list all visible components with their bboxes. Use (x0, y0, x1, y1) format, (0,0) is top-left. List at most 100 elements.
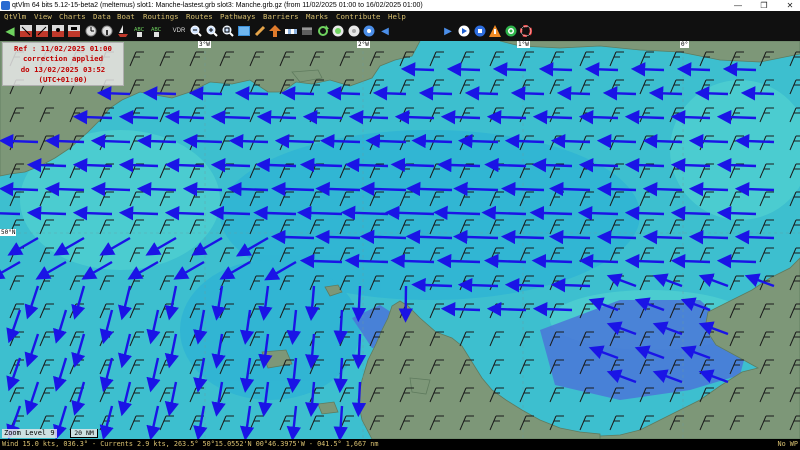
menu-data[interactable]: Data (93, 11, 111, 22)
current-arrow (648, 86, 683, 101)
zoom-fit-icon[interactable] (221, 24, 235, 38)
current-arrow (333, 309, 348, 346)
current-arrow (578, 253, 619, 269)
current-arrow (72, 109, 113, 125)
current-arrow (486, 301, 527, 317)
current-arrow (280, 86, 315, 101)
boat-icon[interactable] (116, 24, 130, 38)
barrier-icon[interactable] (284, 24, 298, 38)
current-arrow (437, 157, 481, 173)
current-arrow (72, 157, 113, 173)
warning-icon[interactable] (488, 24, 502, 38)
current-arrow (234, 86, 269, 101)
window-title: qtVlm 64 bits 5.12-15-beta2 (meltemus) s… (12, 2, 423, 9)
menu-view[interactable]: View (34, 11, 52, 22)
lifebuoy-icon[interactable] (519, 24, 533, 38)
menu-pathways[interactable]: Pathways (220, 11, 256, 22)
current-arrow (433, 205, 481, 221)
current-arrow (372, 86, 407, 101)
current-arrow (118, 205, 159, 221)
reference-date: Ref : 11/02/2025 01:00 (14, 44, 112, 53)
current-arrow (501, 181, 545, 197)
menu-routes[interactable]: Routes (186, 11, 213, 22)
timezone-note: (UTC+01:00) (38, 75, 88, 85)
menu-qtvlm[interactable]: QtVlm (4, 11, 26, 22)
vmg-label-icon[interactable]: VDR (172, 24, 186, 38)
clock-icon[interactable] (84, 24, 98, 38)
menu-boat[interactable]: Boat (117, 11, 135, 22)
menu-barriers[interactable]: Barriers (263, 11, 299, 22)
menu-charts[interactable]: Charts (59, 11, 86, 22)
current-arrow (297, 205, 343, 221)
current-arrow (549, 181, 591, 197)
route-icon[interactable] (268, 24, 282, 38)
current-arrow (411, 277, 453, 293)
polar-icon[interactable]: ABC (133, 24, 147, 38)
current-arrow (584, 62, 619, 77)
menu-contribute[interactable]: Contribute (336, 11, 381, 22)
grib-icon-1[interactable] (19, 24, 33, 38)
current-arrow (315, 181, 361, 197)
stop-icon[interactable] (473, 24, 487, 38)
current-arrow (344, 253, 389, 269)
grib-icon-3[interactable] (51, 24, 65, 38)
play-back-icon[interactable]: ◀ (378, 24, 392, 38)
grib-icon-2[interactable] (35, 24, 49, 38)
current-arrow (271, 181, 315, 197)
current-arrow (464, 86, 499, 101)
current-arrow (458, 133, 499, 149)
map-canvas[interactable]: 3°W 2°W 1°W 0° 50°N (0, 41, 800, 439)
longitude-label: 3°W (198, 41, 211, 48)
current-arrow (0, 212, 21, 216)
maximize-button[interactable]: ❐ (752, 0, 776, 11)
play-icon[interactable] (457, 24, 471, 38)
current-arrow (734, 133, 775, 149)
menu-marks[interactable]: Marks (306, 11, 328, 22)
close-button[interactable]: ✕ (778, 0, 800, 11)
current-arrow (333, 357, 348, 394)
compass-icon[interactable] (347, 24, 361, 38)
current-arrow (531, 253, 573, 269)
current-arrow (716, 109, 757, 125)
current-arrow (446, 62, 481, 77)
zoom-in-icon[interactable] (205, 24, 219, 38)
current-arrow (118, 109, 159, 125)
current-arrow (550, 133, 591, 149)
grib-icon-4[interactable] (67, 24, 81, 38)
target-icon[interactable] (504, 24, 518, 38)
current-arrow (440, 109, 481, 125)
pen-icon[interactable] (253, 24, 267, 38)
menu-help[interactable]: Help (388, 11, 406, 22)
menu-routings[interactable]: Routings (143, 11, 179, 22)
refresh-icon[interactable] (316, 24, 330, 38)
title-bar: qtVlm 64 bits 5.12-15-beta2 (meltemus) s… (0, 0, 800, 11)
mark-icon[interactable] (300, 24, 314, 38)
app-icon (1, 1, 10, 10)
globe-icon[interactable] (331, 24, 345, 38)
current-arrow (624, 109, 665, 125)
current-arrow (326, 86, 361, 101)
vmg-icon[interactable]: ABC (150, 24, 164, 38)
longitude-label: 1°W (517, 41, 530, 48)
info-icon[interactable] (100, 24, 114, 38)
current-arrow (0, 133, 39, 149)
current-arrow (351, 285, 367, 323)
current-arrow (484, 253, 527, 269)
current-arrow (734, 229, 775, 245)
zoom-out-icon[interactable] (189, 24, 203, 38)
current-arrow (411, 133, 453, 149)
current-arrow (716, 157, 757, 173)
waypoint-status: No WP (777, 440, 798, 448)
current-arrow (436, 253, 481, 269)
menu-bar: QtVlm View Charts Data Boat Routings Rou… (0, 11, 800, 22)
center-icon[interactable] (362, 24, 376, 38)
play-forward-icon[interactable]: ▶ (441, 24, 455, 38)
current-arrow (118, 157, 159, 173)
current-arrow (348, 109, 389, 125)
current-arrow (26, 157, 67, 173)
back-icon[interactable]: ◀ (3, 24, 17, 38)
minimize-button[interactable]: — (726, 0, 750, 11)
current-arrow (624, 253, 665, 269)
map-icon[interactable] (237, 24, 251, 38)
current-arrow (136, 181, 177, 197)
